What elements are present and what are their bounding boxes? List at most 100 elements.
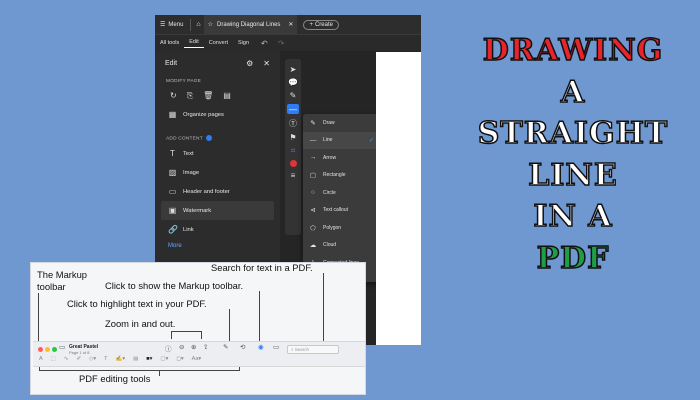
- rect-selection-icon[interactable]: ⬚: [51, 356, 56, 362]
- home-icon[interactable]: ⌂: [193, 21, 203, 28]
- markup-icon[interactable]: ◉: [258, 343, 264, 351]
- polygon-icon: ⬠: [310, 224, 316, 232]
- bookmark-icon[interactable]: ⌗: [291, 146, 296, 156]
- panel-item-label: Text: [183, 150, 194, 157]
- note-icon[interactable]: ▤: [133, 356, 138, 362]
- undo-icon[interactable]: ↶: [256, 39, 273, 48]
- callout-editing-tools: PDF editing tools: [79, 373, 151, 384]
- cloud-icon: ☁: [309, 242, 317, 250]
- organize-pages-item[interactable]: ▦ Organize pages: [155, 105, 280, 124]
- redo-icon[interactable]: ↷: [273, 39, 290, 48]
- callout-icon: ⊲: [310, 207, 316, 215]
- form-icon[interactable]: ▭: [273, 343, 279, 351]
- close-panel-icon[interactable]: ✕: [263, 59, 270, 68]
- insert-page-icon[interactable]: ⎘: [187, 91, 193, 101]
- leader-line: [39, 370, 239, 371]
- stamp-icon[interactable]: ⚑: [289, 133, 296, 142]
- document-tab-label: Drawing Diagonal Lines: [217, 21, 281, 28]
- settings-icon[interactable]: ⚙: [246, 59, 253, 68]
- rotate-icon[interactable]: ⟲: [240, 343, 245, 351]
- text-style-icon[interactable]: Aa▾: [192, 356, 202, 362]
- menu-item-label: Rectangle: [323, 172, 346, 179]
- comment-icon[interactable]: 💬: [288, 78, 298, 87]
- close-window-icon[interactable]: [38, 347, 43, 352]
- callout-highlight: Click to highlight text in your PDF.: [67, 298, 207, 309]
- menu-label: Menu: [168, 21, 184, 28]
- zoom-in-icon[interactable]: ⊕: [191, 343, 196, 351]
- delete-page-icon[interactable]: 🗑: [203, 91, 213, 101]
- rectangle-icon: ▢: [309, 172, 317, 180]
- document-tab[interactable]: ☆ Drawing Diagonal Lines ✕: [203, 15, 298, 35]
- leader-line: [171, 331, 172, 339]
- leader-line: [259, 291, 260, 343]
- menu-item-rectangle[interactable]: ▢ Rectangle: [303, 167, 380, 185]
- fill-color-icon[interactable]: ◻▾: [176, 356, 183, 362]
- text-selection-icon[interactable]: A: [39, 356, 43, 362]
- menu-item-label: Circle: [323, 189, 336, 196]
- tab-all-tools[interactable]: All tools: [155, 40, 184, 46]
- zoom-out-icon[interactable]: ⊖: [179, 343, 184, 351]
- tab-convert[interactable]: Convert: [204, 40, 233, 46]
- menu-item-draw[interactable]: ✎ Draw: [303, 114, 380, 132]
- menu-item-arrow[interactable]: → Arrow: [303, 149, 380, 167]
- text-tool-icon[interactable]: T: [104, 356, 107, 362]
- organize-pages-label: Organize pages: [183, 111, 224, 118]
- rotate-icon[interactable]: ↻: [170, 91, 177, 101]
- headline-line-6: PDF: [536, 240, 610, 276]
- leader-line: [159, 370, 160, 376]
- line-tool-icon[interactable]: —: [287, 104, 299, 114]
- extract-page-icon[interactable]: ▤: [223, 91, 231, 101]
- shapes-icon[interactable]: ◇▾: [89, 356, 96, 362]
- page-actions-row: ↻ ⎘ 🗑 ▤: [155, 87, 280, 105]
- panel-item-header-footer[interactable]: ▭ Header and footer: [155, 182, 280, 201]
- draw-icon[interactable]: ✐: [76, 356, 81, 362]
- info-icon[interactable]: ⓘ: [165, 343, 172, 353]
- headline-line-1: DRAWING: [482, 32, 664, 68]
- menu-item-text-callout[interactable]: ⊲ Text callout: [303, 202, 380, 220]
- shape-style-icon[interactable]: ■▾: [146, 356, 152, 362]
- star-icon[interactable]: ☆: [208, 21, 213, 28]
- sidebar-icon[interactable]: ▭: [59, 343, 65, 351]
- panel-item-image[interactable]: ▨ Image: [155, 163, 280, 182]
- share-icon[interactable]: ⇪: [203, 343, 208, 351]
- menu-item-label: Text callout: [323, 207, 349, 214]
- menu-item-polygon[interactable]: ⬠ Polygon: [303, 219, 380, 237]
- minimize-window-icon[interactable]: [45, 347, 50, 352]
- link-icon: 🔗: [168, 225, 178, 235]
- sketch-icon[interactable]: ∿: [64, 356, 69, 362]
- pen-icon[interactable]: ✎: [290, 91, 297, 100]
- document-page[interactable]: [376, 52, 421, 345]
- headline: DRAWING A STRAIGHT LINE IN A PDF: [468, 30, 678, 279]
- headline-line-4: LINE: [528, 157, 618, 193]
- line-weight-icon[interactable]: ≡: [291, 171, 296, 180]
- more-link[interactable]: More: [155, 239, 280, 253]
- header-footer-icon: ▭: [168, 187, 177, 197]
- draw-shapes-menu: ✎ Draw — Line ✓ → Arrow ▢ Rectangle ○ Ci…: [303, 114, 380, 282]
- border-color-icon[interactable]: ▢▾: [160, 356, 168, 362]
- tab-sign[interactable]: Sign: [233, 40, 254, 46]
- text-box-icon[interactable]: Ⓣ: [289, 118, 297, 129]
- sign-icon[interactable]: ✍▾: [115, 356, 125, 362]
- close-tab-icon[interactable]: ✕: [288, 21, 293, 28]
- panel-item-label: Link: [183, 226, 194, 233]
- markup-tools-row: A ⬚ ∿ ✐ ◇▾ T ✍▾ ▤ ■▾ ▢▾ ◻▾ Aa▾: [39, 356, 201, 362]
- tab-edit[interactable]: Edit: [184, 39, 204, 48]
- zoom-window-icon[interactable]: [52, 347, 57, 352]
- panel-item-watermark[interactable]: ▣ Watermark: [161, 201, 274, 221]
- search-placeholder: Search: [294, 347, 310, 352]
- menu-item-label: Arrow: [323, 154, 337, 161]
- info-icon[interactable]: [205, 135, 212, 141]
- leader-line: [229, 309, 230, 343]
- search-input[interactable]: ⌕ Search: [287, 345, 339, 354]
- highlight-icon[interactable]: ✎: [223, 343, 228, 351]
- menu-item-cloud[interactable]: ☁ Cloud: [303, 237, 380, 255]
- color-swatch-icon[interactable]: [289, 160, 297, 167]
- panel-item-link[interactable]: 🔗 Link: [155, 220, 280, 239]
- menu-item-line[interactable]: — Line ✓: [303, 131, 380, 149]
- panel-item-text[interactable]: T Text: [155, 144, 280, 163]
- menu-item-circle[interactable]: ○ Circle: [303, 184, 380, 202]
- cursor-icon[interactable]: ➤: [290, 65, 297, 74]
- leader-line: [171, 331, 201, 332]
- create-button[interactable]: + Create: [303, 19, 339, 30]
- menu-button[interactable]: ☰ Menu: [155, 21, 188, 29]
